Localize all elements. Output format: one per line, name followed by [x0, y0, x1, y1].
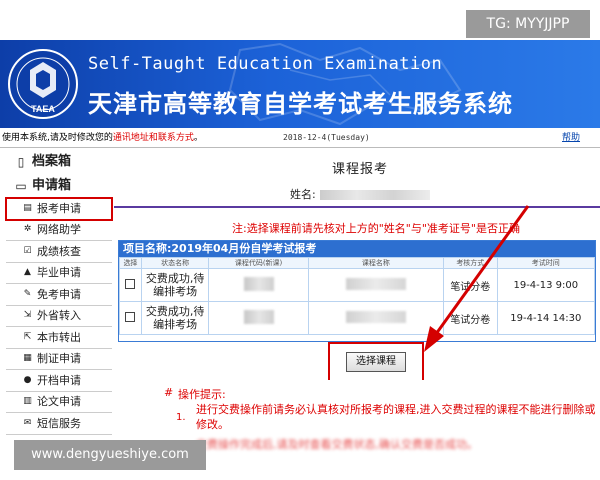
watermark-top: TG: MYYJJPP	[466, 10, 590, 38]
taea-logo: TAEA	[8, 49, 78, 119]
help-link[interactable]: 帮助	[562, 128, 580, 148]
sidebar-section-applications[interactable]: ▭ 申请箱	[6, 174, 112, 198]
person-icon: ●	[23, 374, 32, 385]
sidebar-item-sms[interactable]: ✉ 短信服务	[6, 413, 112, 435]
course-panel: 项目名称:2019年04月份自学考试报考 选择 状态名称 课程代码(新课) 课程…	[118, 240, 596, 342]
course-checkbox[interactable]	[125, 311, 136, 322]
certificate-icon: ▦	[23, 353, 32, 364]
svg-text:TAEA: TAEA	[31, 104, 55, 114]
time-cell: 19-4-14 14:30	[496, 301, 596, 335]
sidebar-item-exemption[interactable]: ✎ 免考申请	[6, 284, 112, 306]
column-header: 状态名称	[140, 257, 210, 269]
course-name-redacted	[345, 310, 406, 323]
column-header: 考试时间	[496, 257, 596, 269]
course-name-redacted	[345, 277, 406, 290]
page-title: 课程报考	[332, 162, 389, 177]
column-header: 课程名称	[307, 257, 445, 269]
sidebar-section-archive[interactable]: ▯ 档案箱	[6, 150, 112, 174]
column-header: 选择	[119, 257, 142, 269]
current-date: 2018-12-4(Tuesday)	[283, 133, 370, 142]
column-header: 课程代码(新课)	[208, 257, 309, 269]
watermark-bottom: www.dengyueshiye.com	[14, 440, 206, 470]
transfer-out-icon: ⇱	[23, 331, 32, 342]
sidebar: ▯ 档案箱 ▭ 申请箱 ▤ 报考申请 ✲ 网络助学 ☑ 成绩核查 ▲ 毕业申请 ✎ 免考申…	[5, 150, 113, 480]
sidebar-item-online-study[interactable]: ✲ 网络助学	[6, 220, 112, 241]
divider	[114, 206, 600, 208]
method-cell: 笔试分卷	[443, 268, 498, 302]
info-bar: 使用本系统,请及时修改您的通讯地址和联系方式。 2018-12-4(Tuesda…	[0, 128, 600, 148]
table-row: 交费成功,待编排考场 笔试分卷 19-4-14 14:30	[119, 301, 596, 335]
sidebar-item-exam-registration[interactable]: ▤ 报考申请	[5, 197, 113, 221]
tips-panel: # 操作提示: 1. 进行交费操作前请务必认真核对所报考的课程,进入交费过程的课程…	[164, 380, 596, 480]
sidebar-item-thesis[interactable]: ▥ 论文申请	[6, 392, 112, 413]
highlight-box-button: 选择课程	[328, 342, 424, 382]
table-header-row: 选择 状态名称 课程代码(新课) 课程名称 考核方式 考试时间	[119, 257, 596, 269]
header-banner: TAEA Self-Taught Education Examination 天…	[0, 40, 600, 128]
tips-heading: # 操作提示:	[164, 386, 226, 401]
folder-icon: ▭	[15, 179, 27, 193]
status-cell: 交费成功,待编排考场	[140, 268, 210, 302]
graduation-icon: ▲	[24, 267, 31, 278]
name-row: 姓名:	[290, 186, 430, 202]
sidebar-item-certificate[interactable]: ▦ 制证申请	[6, 349, 112, 370]
method-cell: 笔试分卷	[443, 301, 498, 335]
table-row: 交费成功,待编排考场 笔试分卷 19-4-13 9:00	[119, 268, 596, 302]
paper-icon: ▥	[23, 396, 32, 407]
tip-text-2: 交费操作完成后,请及时查看交费状态,确认交费是否成功。	[196, 438, 478, 451]
title-chinese: 天津市高等教育自学考试考生服务系统	[88, 90, 513, 118]
column-header: 考核方式	[443, 257, 498, 269]
project-title: 项目名称:2019年04月份自学考试报考	[119, 241, 595, 257]
archive-icon: ▯	[17, 155, 25, 169]
title-english: Self-Taught Education Examination	[88, 54, 443, 74]
notice-link[interactable]: 通讯地址和联系方式	[113, 133, 194, 143]
main-content: 课程报考 姓名: 注:选择课程前请先核对上方的"姓名"与"准考证号"是否正确 项…	[112, 148, 600, 480]
sidebar-item-transfer-in[interactable]: ⇲ 外省转入	[6, 306, 112, 327]
status-cell: 交费成功,待编排考场	[140, 301, 210, 335]
document-icon: ▤	[23, 202, 32, 213]
edit-icon: ✎	[23, 288, 32, 299]
sidebar-item-transfer-out[interactable]: ⇱ 本市转出	[6, 327, 112, 349]
tip-text-1: 进行交费操作前请务必认真核对所报考的课程,进入交费过程的课程不能进行删除或修改。	[196, 403, 596, 431]
tip-number: 1.	[176, 412, 186, 423]
check-icon: ☑	[23, 245, 32, 256]
course-checkbox[interactable]	[125, 278, 136, 289]
select-course-button[interactable]: 选择课程	[346, 352, 406, 372]
transfer-in-icon: ⇲	[23, 310, 32, 321]
network-icon: ✲	[23, 224, 32, 235]
course-table: 选择 状态名称 课程代码(新课) 课程名称 考核方式 考试时间 交费成功,待编排…	[119, 257, 596, 335]
sms-icon: ✉	[23, 417, 32, 428]
course-code-redacted	[243, 309, 274, 324]
name-value-redacted	[319, 190, 430, 200]
sidebar-item-open-file[interactable]: ● 开档申请	[6, 370, 112, 392]
time-cell: 19-4-13 9:00	[496, 268, 596, 302]
warning-note: 注:选择课程前请先核对上方的"姓名"与"准考证号"是否正确	[232, 222, 520, 235]
course-code-redacted	[243, 276, 274, 291]
notice-text: 使用本系统,请及时修改您的通讯地址和联系方式。	[2, 133, 203, 143]
sidebar-item-score-check[interactable]: ☑ 成绩核查	[6, 241, 112, 263]
sidebar-item-graduation[interactable]: ▲ 毕业申请	[6, 263, 112, 284]
